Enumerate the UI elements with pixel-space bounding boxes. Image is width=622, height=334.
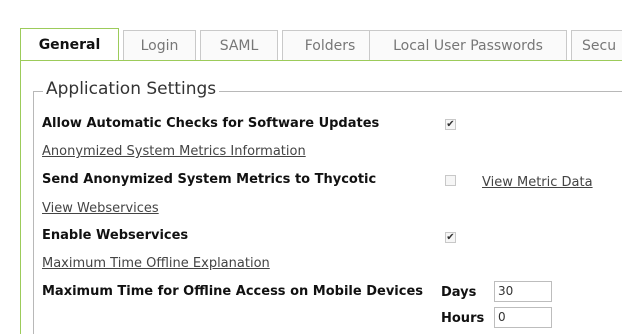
- view-metric-data-link[interactable]: View Metric Data: [482, 175, 593, 190]
- tab-local-user-passwords[interactable]: Local User Passwords: [369, 30, 567, 60]
- tab-folders[interactable]: Folders: [282, 30, 378, 60]
- tab-bar: General Login SAML Folders Local User Pa…: [20, 28, 622, 62]
- auto-updates-checkbox[interactable]: ✔: [445, 119, 456, 130]
- offline-access-label: Maximum Time for Offline Access on Mobil…: [42, 284, 424, 299]
- days-label: Days: [441, 285, 477, 300]
- auto-updates-label: Allow Automatic Checks for Software Upda…: [42, 116, 380, 131]
- view-webservices-link[interactable]: View Webservices: [42, 201, 159, 216]
- tab-login[interactable]: Login: [123, 30, 196, 60]
- metrics-info-link[interactable]: Anonymized System Metrics Information: [42, 144, 306, 159]
- send-metrics-label: Send Anonymized System Metrics to Thycot…: [42, 172, 377, 187]
- hours-label: Hours: [441, 311, 485, 326]
- enable-webservices-checkbox[interactable]: ✔: [445, 232, 456, 243]
- enable-webservices-label: Enable Webservices: [42, 228, 189, 243]
- offline-explanation-link[interactable]: Maximum Time Offline Explanation: [42, 256, 270, 271]
- tab-saml[interactable]: SAML: [200, 30, 278, 60]
- days-input[interactable]: 30: [494, 281, 552, 302]
- section-title: Application Settings: [43, 78, 220, 100]
- tab-general[interactable]: General: [20, 28, 119, 62]
- send-metrics-checkbox[interactable]: [445, 175, 456, 186]
- tab-security[interactable]: Secu: [571, 30, 622, 60]
- hours-input[interactable]: 0: [494, 307, 552, 328]
